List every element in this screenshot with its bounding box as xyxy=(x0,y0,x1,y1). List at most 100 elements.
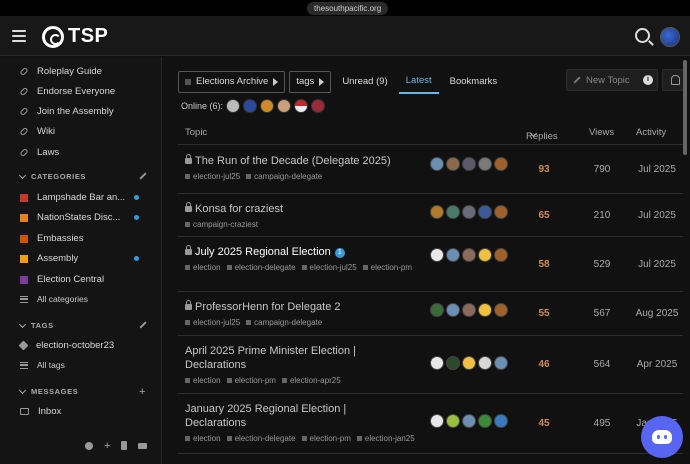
topic-tag[interactable]: election-pm xyxy=(302,433,351,444)
topic-row[interactable]: ProfessorHenn for Delegate 2 election-jul… xyxy=(178,292,683,336)
messages-section-toggle[interactable]: MESSAGES xyxy=(18,386,78,396)
topic-tag[interactable]: election-delegate xyxy=(227,433,296,444)
site-logo[interactable]: TSP xyxy=(42,25,108,48)
topic-row[interactable]: January 2025 Regional Election | Declara… xyxy=(178,394,683,454)
tab-latest[interactable]: Latest xyxy=(398,69,439,94)
search-icon[interactable] xyxy=(635,28,650,43)
online-user-avatar[interactable] xyxy=(226,99,241,113)
poster-avatar[interactable] xyxy=(494,303,508,317)
keyboard-shortcuts-icon[interactable] xyxy=(138,442,148,449)
poster-avatar[interactable] xyxy=(446,356,460,370)
topic-tag[interactable]: election xyxy=(185,375,221,386)
topic-title[interactable]: Konsa for craziest xyxy=(185,202,410,216)
topic-row[interactable]: April 2025 Prime Minister Election | Dec… xyxy=(178,336,683,394)
discord-widget-icon[interactable] xyxy=(641,416,683,458)
online-user-avatar[interactable] xyxy=(243,99,258,113)
poster-avatar[interactable] xyxy=(494,157,508,171)
topic-tag[interactable]: campaign-delegate xyxy=(246,171,322,182)
poster-avatar[interactable] xyxy=(430,157,444,171)
activity-date[interactable]: Aug 2025 xyxy=(628,308,686,319)
online-user-avatar[interactable] xyxy=(311,99,326,113)
poster-avatar[interactable] xyxy=(430,414,444,428)
topic-tag[interactable]: election-jul25 xyxy=(185,317,240,328)
add-plus-icon[interactable]: + xyxy=(104,440,110,451)
theme-toggle-icon[interactable] xyxy=(85,441,93,450)
reply-count[interactable]: 46 xyxy=(526,359,562,370)
topic-tag[interactable]: election-jul25 xyxy=(302,262,357,273)
user-avatar[interactable] xyxy=(660,27,680,47)
reply-count[interactable]: 58 xyxy=(526,259,562,270)
sidebar-all-tags[interactable]: All tags xyxy=(20,360,65,370)
poster-avatar[interactable] xyxy=(494,205,508,219)
topic-tag[interactable]: election-pm xyxy=(227,375,276,386)
reply-count[interactable]: 93 xyxy=(526,164,562,175)
edit-categories-pencil-icon[interactable] xyxy=(139,172,147,180)
poster-avatar[interactable] xyxy=(446,157,460,171)
reply-count[interactable]: 65 xyxy=(526,210,562,221)
edit-tags-pencil-icon[interactable] xyxy=(139,321,147,329)
poster-avatar[interactable] xyxy=(430,205,444,219)
reply-count[interactable]: 55 xyxy=(526,308,562,319)
poster-avatar[interactable] xyxy=(478,157,492,171)
url-pill[interactable]: thesouthpacific.org xyxy=(307,2,389,15)
column-topic[interactable]: Topic xyxy=(185,127,207,138)
tab-unread[interactable]: Unread (9) xyxy=(335,70,394,93)
poster-avatar[interactable] xyxy=(462,157,476,171)
info-icon[interactable]: i xyxy=(643,75,653,85)
mobile-view-icon[interactable] xyxy=(121,441,128,450)
poster-avatar[interactable] xyxy=(462,248,476,262)
scrollbar[interactable] xyxy=(683,60,687,155)
unread-badge[interactable]: 1 xyxy=(334,248,345,258)
topic-tag[interactable]: election-jul25 xyxy=(185,171,240,182)
poster-avatar[interactable] xyxy=(446,248,460,262)
sidebar-category-election-central[interactable]: Election Central xyxy=(20,274,104,285)
activity-date[interactable]: Jul 2025 xyxy=(628,259,686,270)
poster-avatar[interactable] xyxy=(494,248,508,262)
topic-title[interactable]: January 2025 Regional Election | Declara… xyxy=(185,402,410,430)
topic-title[interactable]: The Run of the Decade (Delegate 2025) xyxy=(185,154,410,168)
topic-tag[interactable]: campaign-delegate xyxy=(246,317,322,328)
topic-row[interactable]: Konsa for craziest campaign-craziest 65 210… xyxy=(178,194,683,237)
topic-row[interactable]: July 2025 Regional Election 1 election elec… xyxy=(178,237,683,292)
sidebar-all-categories[interactable]: All categories xyxy=(20,294,88,304)
sidebar-category-nationstates[interactable]: NationStates Disc... xyxy=(20,212,120,223)
topic-title[interactable]: July 2025 Regional Election 1 xyxy=(185,245,410,259)
add-message-plus-icon[interactable]: + xyxy=(139,387,145,398)
topic-row[interactable]: The Run of the Decade (Delegate 2025) ele… xyxy=(178,146,683,194)
poster-avatar[interactable] xyxy=(478,248,492,262)
topic-tag[interactable]: election-jan25 xyxy=(357,433,415,444)
poster-avatar[interactable] xyxy=(462,205,476,219)
sidebar-link-roleplay-guide[interactable]: Roleplay Guide xyxy=(19,66,102,77)
poster-avatar[interactable] xyxy=(478,414,492,428)
online-user-avatar[interactable] xyxy=(277,99,292,113)
reply-count[interactable]: 45 xyxy=(526,418,562,429)
poster-avatar[interactable] xyxy=(478,356,492,370)
sidebar-link-laws[interactable]: Laws xyxy=(19,147,59,158)
topic-title[interactable]: April 2025 Prime Minister Election | Dec… xyxy=(185,344,410,372)
category-dropdown[interactable]: Elections Archive xyxy=(178,70,286,93)
poster-avatar[interactable] xyxy=(430,248,444,262)
sidebar-category-lampshade-bar[interactable]: Lampshade Bar an... xyxy=(20,192,125,203)
poster-avatar[interactable] xyxy=(478,303,492,317)
sidebar-category-assembly[interactable]: Assembly xyxy=(20,253,78,264)
poster-avatar[interactable] xyxy=(446,205,460,219)
tab-bookmarks[interactable]: Bookmarks xyxy=(443,70,505,93)
online-user-avatar[interactable] xyxy=(294,99,309,113)
column-views[interactable]: Views xyxy=(589,127,614,138)
poster-avatar[interactable] xyxy=(462,303,476,317)
poster-avatar[interactable] xyxy=(494,356,508,370)
column-activity[interactable]: Activity xyxy=(636,127,666,138)
hamburger-menu-icon[interactable] xyxy=(12,30,26,42)
sidebar-category-embassies[interactable]: Embassies xyxy=(20,233,83,244)
activity-date[interactable]: Jul 2025 xyxy=(628,164,686,175)
poster-avatar[interactable] xyxy=(430,303,444,317)
online-user-avatar[interactable] xyxy=(260,99,275,113)
poster-avatar[interactable] xyxy=(446,303,460,317)
activity-date[interactable]: Apr 2025 xyxy=(628,359,686,370)
poster-avatar[interactable] xyxy=(462,356,476,370)
topic-tag[interactable]: election-pm xyxy=(363,262,412,273)
topic-tag[interactable]: election xyxy=(185,433,221,444)
sidebar-link-join-assembly[interactable]: Join the Assembly xyxy=(19,106,114,117)
poster-avatar[interactable] xyxy=(494,414,508,428)
tags-section-toggle[interactable]: TAGS xyxy=(18,320,54,330)
